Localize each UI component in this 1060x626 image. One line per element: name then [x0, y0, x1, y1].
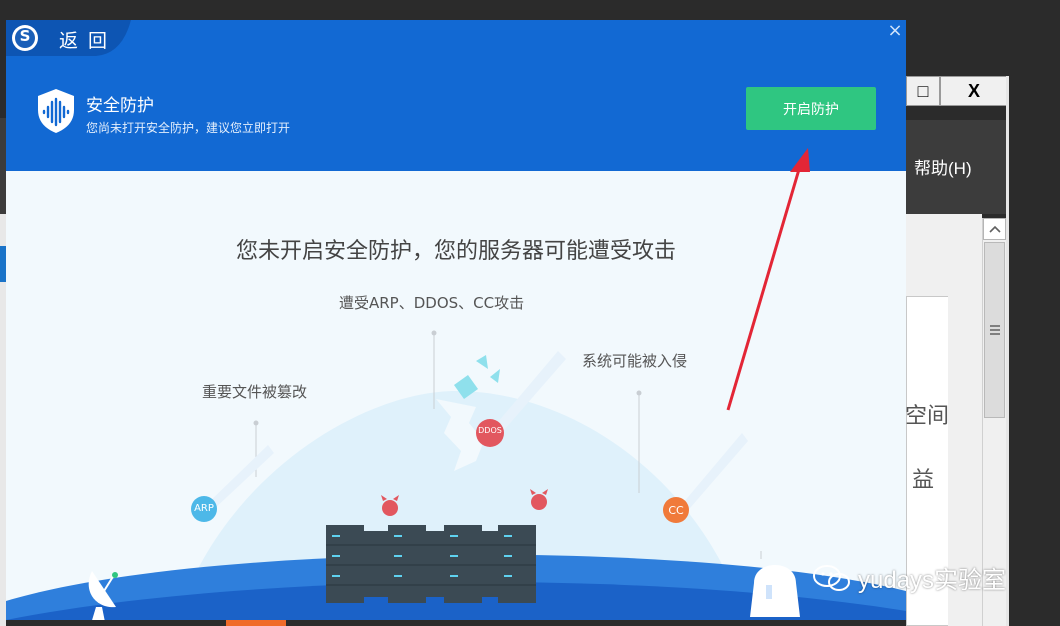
scroll-up-button[interactable] [983, 218, 1006, 240]
wechat-icon [813, 564, 850, 591]
dialog-close-icon[interactable]: × [886, 22, 904, 40]
protection-title: 安全防护 [86, 96, 154, 116]
watermark-text: yudays实验室 [858, 567, 1007, 594]
label-system-intrusion: 系统可能被入侵 [582, 352, 688, 370]
security-dialog: S 返 回 × 安全防护 您尚未打开安全防护，建议您立即打开 开启防护 您未开启… [6, 20, 906, 620]
menu-help[interactable]: 帮助(H) [914, 154, 972, 179]
background-text-benefit: 益 [912, 467, 935, 492]
grip-icon [989, 325, 1000, 335]
badge-arp: ARP [194, 503, 214, 514]
label-network-attack: 遭受ARP、DDOS、CC攻击 [339, 294, 525, 312]
background-maximize-button[interactable]: □ [906, 76, 940, 106]
background-right-border [1006, 76, 1009, 626]
back-button[interactable]: S 返 回 [6, 20, 131, 56]
scroll-thumb[interactable] [984, 242, 1005, 418]
warning-headline: 您未开启安全防护，您的服务器可能遭受攻击 [235, 239, 676, 264]
protection-subtitle: 您尚未打开安全防护，建议您立即打开 [86, 121, 291, 135]
back-label: 返 回 [59, 30, 110, 52]
background-text-space: 空间 [905, 403, 950, 428]
badge-cc: CC [668, 504, 684, 517]
watermark: yudays实验室 [812, 560, 1006, 595]
background-close-button[interactable]: X [940, 76, 1008, 106]
app-logo-icon: S [19, 27, 31, 45]
enable-protection-button[interactable]: 开启防护 [746, 87, 876, 130]
dialog-header: S 返 回 × 安全防护 您尚未打开安全防护，建议您立即打开 开启防护 [6, 20, 906, 171]
shield-icon [38, 89, 74, 133]
background-orange-tab [226, 620, 286, 626]
label-file-tampering: 重要文件被篡改 [202, 383, 308, 401]
attack-illustration: 您未开启安全防护，您的服务器可能遭受攻击 遭受ARP、DDOS、CC攻击 系统可… [6, 171, 906, 620]
badge-ddos: DDOS [478, 426, 502, 435]
chevron-up-icon [988, 225, 1001, 233]
background-top-bar [0, 0, 1060, 20]
